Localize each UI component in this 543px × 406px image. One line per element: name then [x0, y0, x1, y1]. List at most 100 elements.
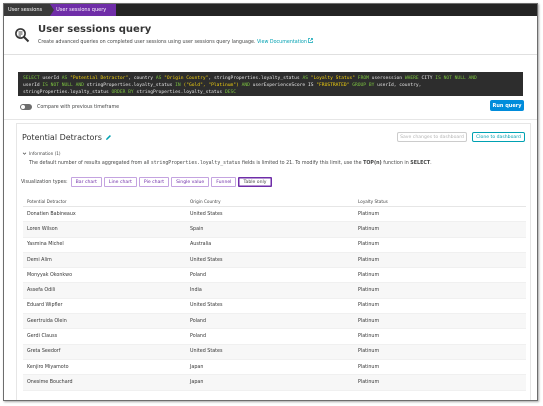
divider [4, 54, 537, 55]
table-row: Monyyak Okonkwo Poland Platinum [23, 268, 526, 284]
page-subtitle: Create advanced queries on completed use… [38, 38, 314, 45]
viz-funnel-button[interactable]: Funnel [211, 177, 237, 187]
cell-origin-country: India [190, 288, 202, 294]
cell-origin-country: United States [190, 211, 223, 217]
cell-potential-detractor: Eduard Wipfler [27, 303, 63, 309]
cell-loyalty-status: Platinum [358, 364, 380, 370]
column-header-origin-country[interactable]: Origin Country [190, 199, 358, 204]
cell-origin-country: Poland [190, 334, 207, 340]
query-token: stringProperties.loyalty_status [86, 83, 176, 88]
query-token: "Potential Detractor" [70, 76, 129, 81]
divider [4, 119, 537, 120]
cell-potential-detractor: Yasmina Michel [27, 242, 64, 248]
cell-potential-detractor: Assefa Odili [27, 288, 56, 294]
cell-loyalty-status: Platinum [358, 288, 380, 294]
table-row: Yasmina Michel Australia Platinum [23, 238, 526, 253]
cell-potential-detractor: Onesime Bouchard [27, 379, 73, 385]
cell-origin-country: Japan [190, 379, 204, 385]
cell-potential-detractor: Donatien Babineaux [27, 211, 76, 217]
query-token: AS [302, 76, 311, 81]
breadcrumb-item-user-sessions[interactable]: User sessions [4, 4, 55, 16]
panel-title: Potential Detractors [22, 133, 112, 142]
cell-origin-country: United States [190, 303, 223, 309]
cell-origin-country: Spain [190, 226, 204, 232]
cell-loyalty-status: Platinum [358, 379, 380, 385]
viz-bar-chart-button[interactable]: Bar chart [70, 177, 102, 187]
query-token: userId [42, 76, 62, 81]
table-row: Demi Alim United States Platinum [23, 252, 526, 269]
column-header-potential-detractor[interactable]: Potential Detractor [23, 199, 190, 204]
query-line-3: stringProperties.loyalty_status ORDER BY… [23, 89, 518, 96]
query-token: AS [155, 76, 165, 81]
breadcrumb: User sessions User sessions query [4, 4, 537, 16]
query-line-1: SELECT userId AS "Potential Detractor", … [23, 75, 518, 82]
query-token: userId, country, [377, 83, 422, 88]
cell-potential-detractor: Monyyak Okonkwo [27, 272, 73, 278]
page-title: User sessions query [38, 24, 152, 35]
run-query-button[interactable]: Run query [490, 100, 524, 111]
breadcrumb-item-user-sessions-query[interactable]: User sessions query [50, 4, 117, 16]
cell-origin-country: United States [190, 257, 223, 263]
table-row: Greta Seedorf United States Platinum [23, 344, 526, 360]
cell-potential-detractor: Greta Seedorf [27, 349, 61, 355]
cell-loyalty-status: Platinum [358, 242, 380, 248]
cell-loyalty-status: Platinum [358, 334, 380, 340]
query-token: "Loyalty Status" [310, 76, 356, 81]
cell-potential-detractor: Gerdi Clauss [27, 334, 58, 340]
information-message: The default number of results aggregated… [29, 161, 432, 166]
query-token: GROUP BY [352, 83, 378, 88]
view-documentation-link[interactable]: View Documentation [257, 38, 314, 45]
panel-title-text: Potential Detractors [22, 133, 102, 142]
table-row: Kenjiro Miyamoto Japan Platinum [23, 360, 526, 376]
cell-potential-detractor: Geertruida Olein [27, 318, 67, 324]
cell-origin-country: Japan [190, 364, 204, 370]
query-token: AND [241, 83, 253, 88]
query-token: CITY [421, 76, 436, 81]
visualization-types: Visualization types: Bar chart Line char… [21, 177, 274, 187]
query-editor[interactable]: SELECT userId AS "Potential Detractor", … [18, 72, 523, 96]
results-panel: Potential Detractors Save changes to das… [16, 123, 531, 400]
compare-timeframe-toggle[interactable] [20, 104, 32, 110]
viz-table-only-button[interactable]: Table only [238, 177, 272, 187]
cell-potential-detractor: Demi Alim [27, 257, 52, 263]
table-body: Donatien Babineaux United States Platinum L… [23, 207, 526, 391]
cell-loyalty-status: Platinum [358, 226, 380, 232]
table-header-row: Potential Detractor Origin Country Loyal… [23, 197, 526, 207]
page-subtitle-text: Create advanced queries on completed use… [38, 40, 256, 45]
cell-origin-country: Poland [190, 272, 207, 278]
cell-potential-detractor: Kenjiro Miyamoto [27, 364, 69, 370]
query-token: IS NOT NULL [435, 76, 469, 81]
query-token: usersession [371, 76, 405, 81]
cell-potential-detractor: Loren Wilson [27, 226, 58, 232]
query-token: SELECT [23, 76, 43, 81]
column-header-loyalty-status[interactable]: Loyalty Status [358, 199, 526, 204]
info-text-bold: TOP(n) [363, 161, 382, 166]
query-token: "FRUSTRATED" [316, 83, 353, 88]
cell-loyalty-status: Platinum [358, 272, 380, 278]
viz-line-chart-button[interactable]: Line chart [103, 177, 137, 187]
information-toggle[interactable]: Information (1) [22, 151, 61, 156]
cell-loyalty-status: Platinum [358, 303, 380, 309]
query-token: FROM [355, 76, 372, 81]
table-row: Donatien Babineaux United States Platinum [23, 207, 526, 223]
query-token: ("Gold", "Platinum") [183, 83, 242, 88]
edit-pencil-icon[interactable] [105, 134, 112, 141]
save-changes-to-dashboard-button[interactable]: Save changes to dashboard [397, 132, 467, 142]
query-token: userId [23, 83, 43, 88]
query-token: DESC [224, 90, 237, 95]
cell-origin-country: United States [190, 349, 223, 355]
query-token: , country [128, 76, 156, 81]
compare-timeframe-label: Compare with previous timeframe [37, 104, 120, 110]
table-row: Gerdi Clauss Poland Platinum [23, 329, 526, 345]
toggle-knob [21, 105, 25, 109]
query-token: IS NOT NULL AND [42, 83, 87, 88]
info-text-code: stringProperties.loyalty_status [150, 161, 241, 166]
query-search-icon [14, 27, 30, 43]
visualization-types-label: Visualization types: [21, 179, 68, 185]
results-table: Potential Detractor Origin Country Loyal… [23, 197, 526, 391]
clone-to-dashboard-button[interactable]: Clone to dashboard [472, 132, 525, 142]
query-token: "Origin Country" [164, 76, 209, 81]
view-documentation-label[interactable]: View Documentation [257, 40, 307, 45]
viz-pie-chart-button[interactable]: Pie chart [138, 177, 170, 187]
viz-single-value-button[interactable]: Single value [171, 177, 210, 187]
